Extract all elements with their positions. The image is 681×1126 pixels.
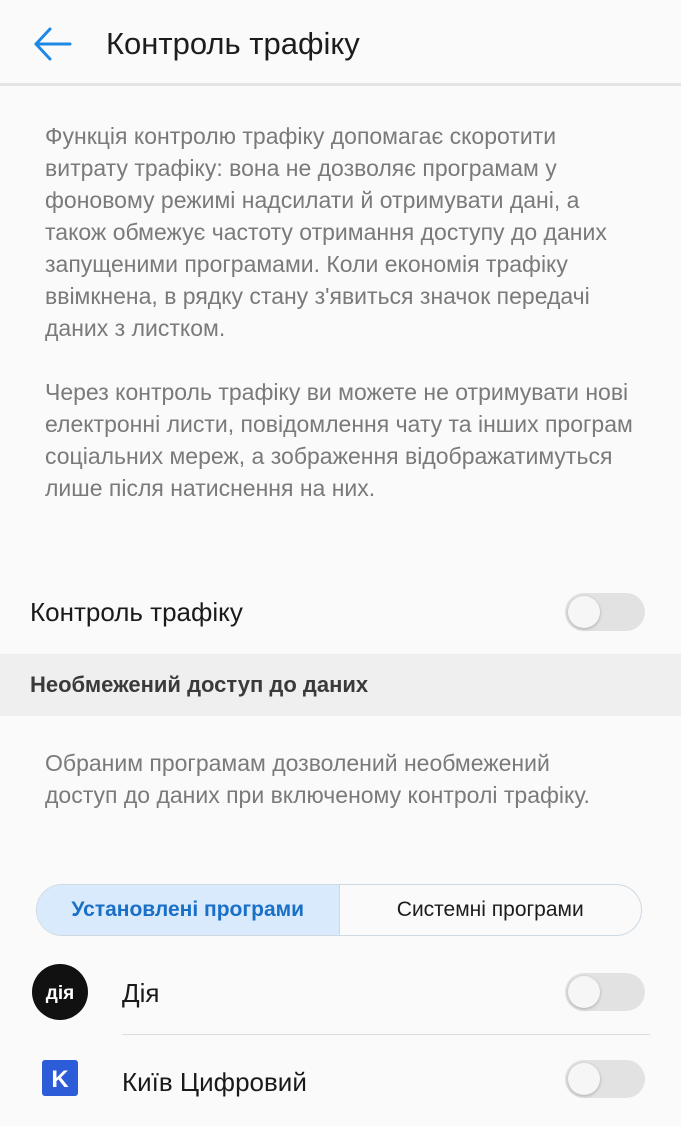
diia-app-icon: дія [32, 964, 88, 1020]
app-row-diia[interactable]: дія Дія [0, 950, 681, 1036]
intro-paragraph-1: Функція контролю трафіку допомагає скоро… [45, 123, 607, 341]
section-header: Необмежений доступ до даних [0, 654, 681, 716]
top-app-bar: Контроль трафіку [0, 0, 681, 86]
tab-system-apps[interactable]: Системні програми [340, 885, 642, 935]
section-title: Необмежений доступ до даних [30, 672, 369, 697]
app-row-kyiv-digital[interactable]: K Київ Цифровий [0, 1040, 681, 1126]
traffic-control-row[interactable]: Контроль трафіку [0, 582, 681, 644]
back-button[interactable] [28, 22, 76, 66]
diia-toggle[interactable] [565, 973, 645, 1011]
tab-installed-apps[interactable]: Установлені програми [37, 885, 340, 935]
kyiv-digital-toggle[interactable] [565, 1060, 645, 1098]
toggle-knob [568, 596, 600, 628]
unrestricted-description: Обраним програмам дозволений необмежений… [45, 750, 590, 808]
kyiv-icon-text: K [51, 1066, 69, 1093]
page-title: Контроль трафіку [106, 26, 360, 61]
traffic-control-toggle[interactable] [565, 593, 645, 631]
app-name: Київ Цифровий [122, 1067, 307, 1097]
traffic-control-label: Контроль трафіку [30, 597, 243, 627]
app-type-segmented-control: Установлені програми Системні програми [36, 884, 642, 936]
diia-icon-text: дія [46, 983, 74, 1004]
app-name: Дія [122, 978, 160, 1008]
toggle-knob [568, 1063, 600, 1095]
back-arrow-icon [34, 27, 72, 61]
intro-paragraph-2: Через контроль трафіку ви можете не отри… [45, 379, 633, 501]
list-divider [122, 1034, 650, 1035]
kyiv-digital-app-icon: K [42, 1060, 78, 1096]
toggle-knob [568, 976, 600, 1008]
